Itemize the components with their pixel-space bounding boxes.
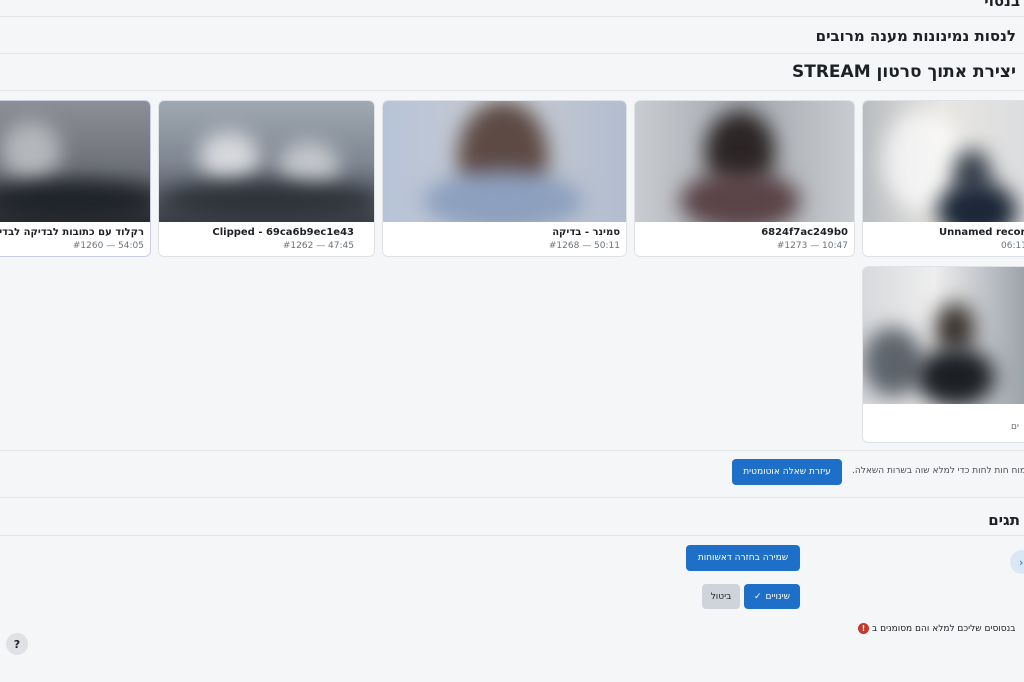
recording-card[interactable]: סמינר - בדיקה #1268 — 50:11	[382, 100, 627, 257]
recording-meta: #1262 — 47:45	[282, 241, 354, 251]
cancel-button[interactable]: ביטול	[702, 584, 740, 609]
recording-meta: #1260 — 54:05	[72, 241, 144, 251]
divider	[0, 53, 1024, 54]
help-icon: ?	[13, 637, 21, 651]
recording-title: סמינר - בדיקה	[552, 227, 620, 238]
video-thumbnail	[635, 101, 854, 222]
required-icon: !	[858, 623, 869, 634]
video-thumbnail	[0, 101, 150, 222]
divider	[0, 16, 1024, 17]
recording-title: Unnamed recording	[939, 227, 1024, 238]
video-thumbnail	[863, 101, 1024, 222]
recording-meta: ים	[1011, 422, 1019, 432]
recording-meta: #1273 — 10:47	[776, 241, 848, 251]
recording-card[interactable]: Clipped - 69ca6b9ec1e43 #1262 — 47:45	[158, 100, 375, 257]
recording-card[interactable]: רקלוד עם כתובות לבדיקה לבדיקה בו #1260 —…	[0, 100, 151, 257]
help-button[interactable]: ?	[6, 633, 28, 655]
stream-clip-heading: יצירת אתוך סרטון STREAM	[792, 62, 1016, 82]
tags-toggle-icon[interactable]: ›	[1010, 550, 1024, 574]
recording-card[interactable]: Unnamed recording 06:11	[862, 100, 1024, 257]
divider	[0, 497, 1024, 498]
required-note: בנסוסים שליכם למלא והם מסומנים ב	[872, 624, 1016, 634]
save-changes-label: שינויים	[765, 591, 790, 602]
recording-card[interactable]: 6824f7ac249b0 #1273 — 10:47	[634, 100, 855, 257]
video-thumbnail	[383, 101, 626, 222]
save-return-button[interactable]: שמירה בחזרה דאשוחות	[686, 545, 800, 571]
divider	[0, 450, 1024, 451]
save-changes-button[interactable]: ✓ שינויים	[744, 584, 800, 609]
auto-question-button[interactable]: עיזרת שאלה אוטומטית	[732, 459, 842, 485]
recording-meta: 06:11	[1001, 241, 1024, 251]
multiple-choice-heading: לנסות נמינונות מענה מרובים	[815, 27, 1016, 45]
check-icon: ✓	[754, 591, 762, 602]
divider	[0, 90, 1024, 91]
partial-heading: בנסוי	[984, 0, 1020, 10]
divider	[0, 535, 1024, 536]
recording-title: רקלוד עם כתובות לבדיקה לבדיקה בו	[0, 227, 144, 238]
recording-meta: #1268 — 50:11	[548, 241, 620, 251]
recording-title: Clipped - 69ca6b9ec1e43	[212, 227, 354, 238]
recording-title: 6824f7ac249b0	[761, 227, 848, 238]
auto-question-hint: ה מוח חות לחות כדי למלא שוה בשרות השאלה.	[852, 466, 1024, 476]
recording-card[interactable]: ים	[862, 266, 1024, 443]
video-thumbnail	[159, 101, 374, 222]
video-thumbnail	[863, 267, 1024, 404]
tags-heading: תגים	[988, 511, 1020, 529]
